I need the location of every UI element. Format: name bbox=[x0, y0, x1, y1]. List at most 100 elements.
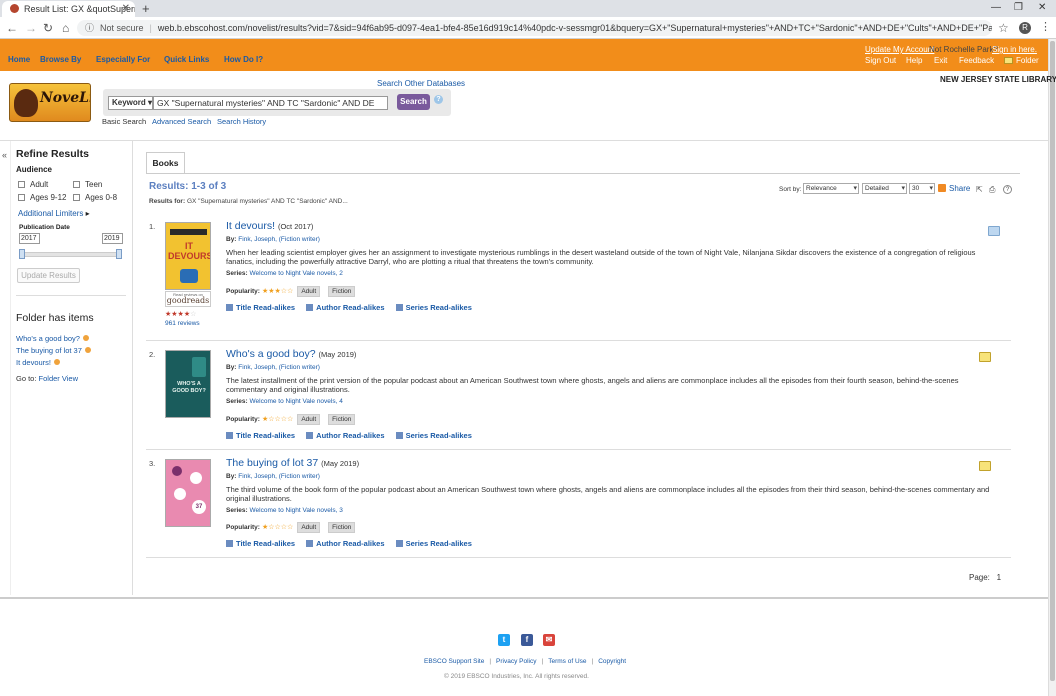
series-link[interactable]: Welcome to Night Vale novels, 3 bbox=[250, 507, 343, 514]
book-cover[interactable]: WHO'S A GOOD BOY? bbox=[165, 350, 211, 418]
search-input[interactable]: GX "Supernatural mysteries" AND TC "Sard… bbox=[153, 96, 388, 110]
minimize-icon[interactable]: — bbox=[991, 2, 1001, 13]
export-icon[interactable]: ⇱ bbox=[976, 185, 983, 194]
additional-limiters-link[interactable]: Additional Limiters ▸ bbox=[18, 209, 90, 218]
forward-icon[interactable]: → bbox=[25, 21, 37, 35]
home-icon[interactable]: ⌂ bbox=[62, 21, 69, 35]
support-site-link[interactable]: EBSCO Support Site bbox=[424, 658, 484, 665]
per-page-select[interactable]: 30 bbox=[909, 183, 935, 194]
privacy-policy-link[interactable]: Privacy Policy bbox=[496, 658, 536, 665]
scrollbar-thumb[interactable] bbox=[1050, 41, 1055, 681]
book-cover[interactable]: 37 bbox=[165, 459, 211, 527]
author-link[interactable]: Fink, Joseph, (Fiction writer) bbox=[238, 473, 320, 480]
print-icon[interactable]: ⎙ bbox=[989, 185, 995, 195]
tab-books[interactable]: Books bbox=[146, 152, 185, 174]
title-readalikes-link[interactable]: Title Read-alikes bbox=[226, 431, 295, 440]
search-other-databases-link[interactable]: Search Other Databases bbox=[377, 79, 465, 88]
nav-home[interactable]: Home bbox=[8, 55, 30, 64]
remove-icon[interactable] bbox=[84, 347, 91, 353]
title-readalikes-link[interactable]: Title Read-alikes bbox=[226, 303, 295, 312]
nav-especially-for[interactable]: Especially For bbox=[96, 55, 150, 64]
sort-select[interactable]: Relevance bbox=[803, 183, 859, 194]
profile-avatar[interactable]: R bbox=[1019, 22, 1031, 34]
help-link[interactable]: Help bbox=[906, 56, 922, 65]
year-from-input[interactable]: 2017 bbox=[19, 233, 40, 244]
email-icon[interactable]: ✉ bbox=[543, 634, 555, 646]
url-field[interactable]: ⓘ Not secure | web.b.ebscohost.com/novelist… bbox=[77, 20, 992, 36]
bookmark-star-icon[interactable]: ☆ bbox=[998, 21, 1009, 35]
folder-item-link[interactable]: The buying of lot 37 bbox=[16, 346, 82, 355]
folder-item-link[interactable]: Who's a good boy? bbox=[16, 334, 80, 343]
search-history-link[interactable]: Search History bbox=[217, 117, 266, 126]
author-readalikes-link[interactable]: Author Read-alikes bbox=[306, 303, 385, 312]
maximize-icon[interactable]: ❐ bbox=[1014, 2, 1023, 13]
result-title-link[interactable]: It devours! bbox=[226, 220, 275, 232]
folder-item[interactable]: The buying of lot 37 bbox=[16, 346, 91, 355]
add-to-folder-icon[interactable] bbox=[979, 461, 991, 471]
facebook-icon[interactable]: f bbox=[521, 634, 533, 646]
remove-icon[interactable] bbox=[82, 335, 89, 341]
tag-fiction[interactable]: Fiction bbox=[328, 522, 356, 533]
folder-item[interactable]: Who's a good boy? bbox=[16, 334, 89, 343]
slider-handle-start[interactable] bbox=[19, 249, 25, 259]
twitter-icon[interactable]: t bbox=[498, 634, 510, 646]
terms-of-use-link[interactable]: Terms of Use bbox=[548, 658, 586, 665]
close-tab-icon[interactable]: ✕ bbox=[122, 3, 130, 14]
results-help-icon[interactable]: ? bbox=[1003, 185, 1012, 194]
add-to-folder-icon[interactable] bbox=[979, 352, 991, 362]
nav-browse-by[interactable]: Browse By bbox=[40, 55, 81, 64]
reviews-link[interactable]: 961 reviews bbox=[165, 320, 200, 327]
result-title-link[interactable]: Who's a good boy? bbox=[226, 348, 316, 360]
browser-tab[interactable]: Result List: GX &quotSupernatu ✕ bbox=[2, 1, 135, 17]
folder-link[interactable]: Folder bbox=[1004, 56, 1039, 65]
close-window-icon[interactable]: ✕ bbox=[1038, 2, 1046, 13]
back-icon[interactable]: ← bbox=[6, 21, 18, 35]
nav-how-do-i[interactable]: How Do I? bbox=[224, 55, 263, 64]
collapse-sidebar-icon[interactable]: « bbox=[2, 150, 7, 160]
view-select[interactable]: Detailed bbox=[862, 183, 907, 194]
folder-view-link[interactable]: Folder View bbox=[39, 374, 78, 383]
series-link[interactable]: Welcome to Night Vale novels, 4 bbox=[250, 398, 343, 405]
exit-link[interactable]: Exit bbox=[934, 56, 947, 65]
page-number[interactable]: 1 bbox=[997, 573, 1001, 582]
series-readalikes-link[interactable]: Series Read-alikes bbox=[395, 303, 472, 312]
search-button[interactable]: Search bbox=[397, 94, 430, 110]
update-account-link[interactable]: Update My Account bbox=[865, 45, 934, 54]
folder-item[interactable]: It devours! bbox=[16, 358, 61, 367]
series-link[interactable]: Welcome to Night Vale novels, 2 bbox=[250, 270, 343, 277]
year-to-input[interactable]: 2019 bbox=[102, 233, 123, 244]
reload-icon[interactable]: ↻ bbox=[43, 21, 53, 35]
tag-adult[interactable]: Adult bbox=[297, 522, 321, 533]
goodreads-badge[interactable]: Read reviews on goodreads bbox=[165, 291, 211, 307]
result-title-link[interactable]: The buying of lot 37 bbox=[226, 457, 318, 469]
advanced-search-link[interactable]: Advanced Search bbox=[152, 117, 211, 126]
sign-out-link[interactable]: Sign Out bbox=[865, 56, 896, 65]
in-folder-icon[interactable] bbox=[988, 226, 1000, 236]
series-readalikes-link[interactable]: Series Read-alikes bbox=[395, 539, 472, 548]
copyright-link[interactable]: Copyright bbox=[598, 658, 626, 665]
nav-quick-links[interactable]: Quick Links bbox=[164, 55, 209, 64]
search-field-select[interactable]: Keyword ▾ bbox=[108, 96, 153, 110]
share-button[interactable]: Share bbox=[938, 184, 970, 193]
remove-icon[interactable] bbox=[54, 359, 61, 365]
feedback-link[interactable]: Feedback bbox=[959, 56, 994, 65]
tag-fiction[interactable]: Fiction bbox=[328, 286, 356, 297]
novelist-logo[interactable]: NoveList bbox=[9, 83, 91, 122]
date-range-slider[interactable] bbox=[19, 252, 122, 257]
page-scrollbar[interactable] bbox=[1048, 39, 1056, 696]
checkbox-adult[interactable]: Adult bbox=[18, 180, 48, 189]
folder-item-link[interactable]: It devours! bbox=[16, 358, 51, 367]
author-readalikes-link[interactable]: Author Read-alikes bbox=[306, 539, 385, 548]
author-link[interactable]: Fink, Joseph, (Fiction writer) bbox=[238, 364, 320, 371]
update-results-button[interactable]: Update Results bbox=[17, 268, 80, 283]
checkbox-teen[interactable]: Teen bbox=[73, 180, 102, 189]
search-help-icon[interactable]: ? bbox=[434, 95, 443, 104]
title-readalikes-link[interactable]: Title Read-alikes bbox=[226, 539, 295, 548]
slider-handle-end[interactable] bbox=[116, 249, 122, 259]
author-readalikes-link[interactable]: Author Read-alikes bbox=[306, 431, 385, 440]
new-tab-button[interactable]: + bbox=[142, 1, 150, 16]
checkbox-ages-9-12[interactable]: Ages 9-12 bbox=[18, 193, 66, 202]
checkbox-ages-0-8[interactable]: Ages 0-8 bbox=[73, 193, 117, 202]
tag-adult[interactable]: Adult bbox=[297, 286, 321, 297]
browser-menu-icon[interactable]: ⋮ bbox=[1040, 20, 1051, 33]
